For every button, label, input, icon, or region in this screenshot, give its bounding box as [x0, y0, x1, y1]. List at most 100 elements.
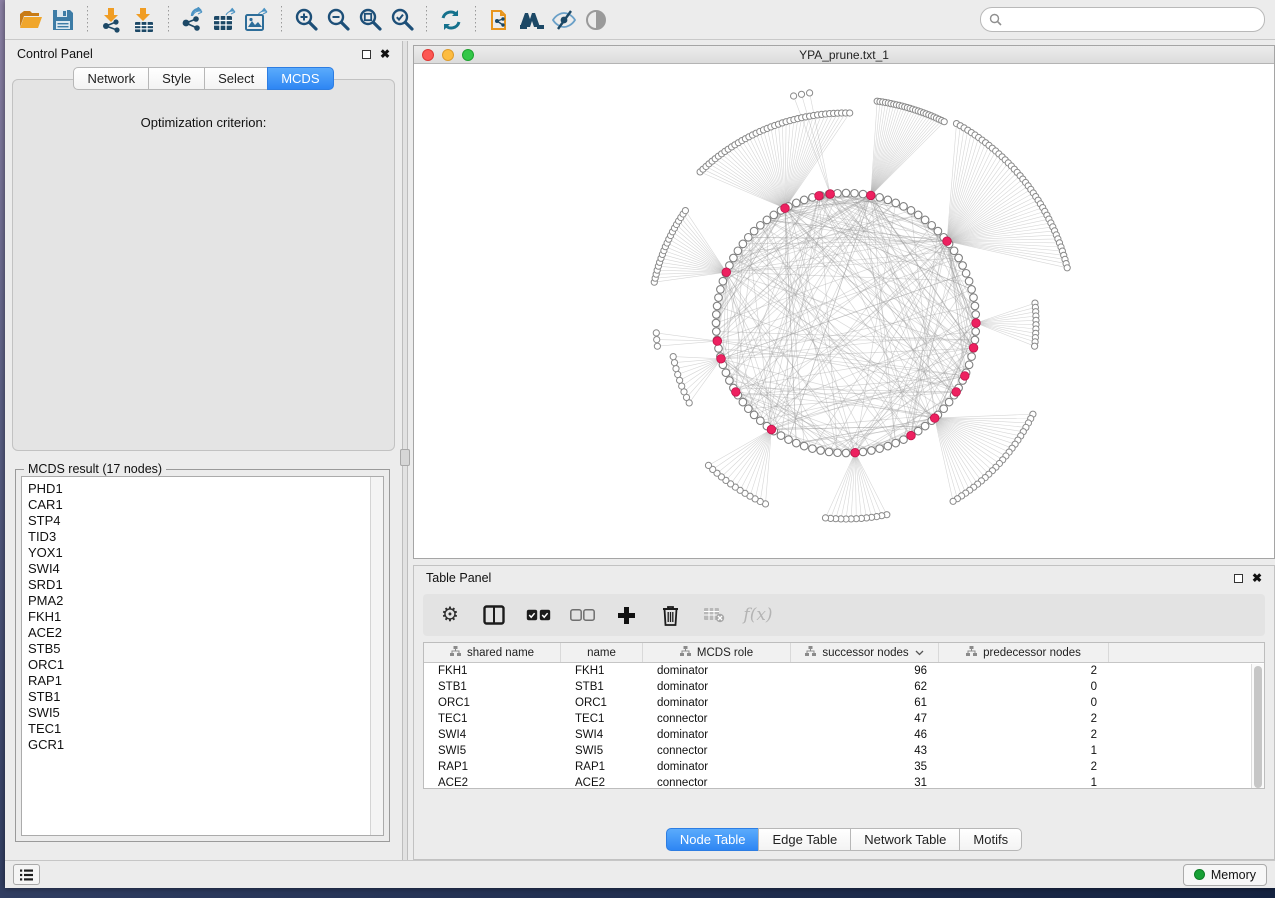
find-in-network-icon[interactable] [516, 4, 548, 36]
open-file-icon[interactable] [15, 4, 47, 36]
search-box[interactable] [980, 7, 1265, 32]
column-header-mcds-role[interactable]: MCDS role [643, 643, 791, 662]
cell-predecessor-nodes[interactable]: 2 [939, 727, 1109, 743]
import-table-icon[interactable] [128, 4, 160, 36]
close-panel-icon[interactable]: ✖ [380, 50, 390, 59]
cell-shared-name[interactable]: TEC1 [424, 711, 561, 727]
mcds-result-item[interactable]: FKH1 [22, 609, 383, 625]
cell-mcds-role[interactable]: dominator [643, 679, 791, 695]
select-all-icon[interactable] [523, 600, 553, 630]
cell-predecessor-nodes[interactable]: 2 [939, 759, 1109, 775]
cell-shared-name[interactable]: ORC1 [424, 695, 561, 711]
cell-predecessor-nodes[interactable]: 1 [939, 743, 1109, 759]
float-panel-icon[interactable] [362, 50, 371, 59]
table-tab-node-table[interactable]: Node Table [666, 828, 760, 851]
export-table-icon[interactable] [209, 4, 241, 36]
table-row-stb1[interactable]: STB1STB1dominator620 [424, 679, 1264, 695]
cell-successor-nodes[interactable]: 43 [791, 743, 939, 759]
mcds-result-item[interactable]: YOX1 [22, 545, 383, 561]
table-tab-motifs[interactable]: Motifs [959, 828, 1022, 851]
cell-name[interactable]: STB1 [561, 679, 643, 695]
cell-predecessor-nodes[interactable]: 0 [939, 679, 1109, 695]
refresh-view-icon[interactable] [435, 4, 467, 36]
search-input[interactable] [1007, 13, 1256, 27]
deselect-all-icon[interactable] [567, 600, 597, 630]
table-scrollbar-thumb[interactable] [1254, 666, 1262, 788]
cell-successor-nodes[interactable]: 31 [791, 775, 939, 789]
table-scrollbar[interactable] [1251, 664, 1264, 788]
task-history-button[interactable] [13, 864, 40, 885]
cell-name[interactable]: FKH1 [561, 663, 643, 679]
close-table-panel-icon[interactable]: ✖ [1252, 574, 1262, 583]
export-image-icon[interactable] [241, 4, 273, 36]
cell-mcds-role[interactable]: dominator [643, 727, 791, 743]
float-table-panel-icon[interactable] [1234, 574, 1243, 583]
column-header-name[interactable]: name [561, 643, 643, 662]
mcds-list-scrollbar[interactable] [370, 477, 383, 835]
cell-mcds-role[interactable]: dominator [643, 759, 791, 775]
cell-name[interactable]: SWI4 [561, 727, 643, 743]
cell-predecessor-nodes[interactable]: 1 [939, 775, 1109, 789]
network-canvas[interactable] [414, 64, 1274, 558]
table-tab-edge-table[interactable]: Edge Table [758, 828, 851, 851]
table-row-orc1[interactable]: ORC1ORC1dominator610 [424, 695, 1264, 711]
show-graphics-details-icon[interactable] [580, 4, 612, 36]
share-document-icon[interactable] [484, 4, 516, 36]
cell-shared-name[interactable]: SWI4 [424, 727, 561, 743]
cell-mcds-role[interactable]: dominator [643, 695, 791, 711]
mcds-result-item[interactable]: TID3 [22, 529, 383, 545]
save-session-icon[interactable] [47, 4, 79, 36]
cell-successor-nodes[interactable]: 47 [791, 711, 939, 727]
mcds-result-item[interactable]: PHD1 [22, 481, 383, 497]
table-row-ace2[interactable]: ACE2ACE2connector311 [424, 775, 1264, 789]
cell-name[interactable]: ORC1 [561, 695, 643, 711]
import-network-icon[interactable] [96, 4, 128, 36]
cell-name[interactable]: SWI5 [561, 743, 643, 759]
delete-table-icon[interactable] [699, 600, 729, 630]
cell-successor-nodes[interactable]: 35 [791, 759, 939, 775]
mcds-result-item[interactable]: SWI5 [22, 705, 383, 721]
mcds-result-item[interactable]: PMA2 [22, 593, 383, 609]
cell-predecessor-nodes[interactable]: 2 [939, 663, 1109, 679]
function-builder-icon[interactable]: f(x) [743, 600, 773, 630]
add-column-icon[interactable] [611, 600, 641, 630]
column-header-predecessor-nodes[interactable]: predecessor nodes [939, 643, 1109, 662]
zoom-out-icon[interactable] [322, 4, 354, 36]
cell-shared-name[interactable]: STB1 [424, 679, 561, 695]
memory-button[interactable]: Memory [1183, 864, 1267, 886]
table-options-icon[interactable]: ⚙ [435, 600, 465, 630]
cell-name[interactable]: ACE2 [561, 775, 643, 789]
mcds-result-item[interactable]: RAP1 [22, 673, 383, 689]
cell-shared-name[interactable]: FKH1 [424, 663, 561, 679]
cell-mcds-role[interactable]: connector [643, 743, 791, 759]
cell-shared-name[interactable]: ACE2 [424, 775, 561, 789]
cell-successor-nodes[interactable]: 62 [791, 679, 939, 695]
cell-shared-name[interactable]: RAP1 [424, 759, 561, 775]
mcds-result-item[interactable]: GCR1 [22, 737, 383, 753]
cell-successor-nodes[interactable]: 61 [791, 695, 939, 711]
mcds-result-item[interactable]: STB1 [22, 689, 383, 705]
mcds-result-item[interactable]: STP4 [22, 513, 383, 529]
table-tab-network-table[interactable]: Network Table [850, 828, 960, 851]
column-header-successor-nodes[interactable]: successor nodes [791, 643, 939, 662]
mcds-result-list[interactable]: PHD1CAR1STP4TID3YOX1SWI4SRD1PMA2FKH1ACE2… [21, 476, 384, 836]
zoom-in-icon[interactable] [290, 4, 322, 36]
cell-successor-nodes[interactable]: 46 [791, 727, 939, 743]
mcds-result-item[interactable]: ACE2 [22, 625, 383, 641]
mcds-result-item[interactable]: TEC1 [22, 721, 383, 737]
delete-column-icon[interactable] [655, 600, 685, 630]
tab-network[interactable]: Network [73, 67, 149, 90]
mcds-result-item[interactable]: SWI4 [22, 561, 383, 577]
cell-mcds-role[interactable]: connector [643, 711, 791, 727]
cell-mcds-role[interactable]: dominator [643, 663, 791, 679]
table-row-swi4[interactable]: SWI4SWI4dominator462 [424, 727, 1264, 743]
table-row-rap1[interactable]: RAP1RAP1dominator352 [424, 759, 1264, 775]
mcds-result-item[interactable]: ORC1 [22, 657, 383, 673]
column-layout-icon[interactable] [479, 600, 509, 630]
cell-name[interactable]: TEC1 [561, 711, 643, 727]
cell-predecessor-nodes[interactable]: 0 [939, 695, 1109, 711]
export-network-icon[interactable] [177, 4, 209, 36]
table-row-fkh1[interactable]: FKH1FKH1dominator962 [424, 663, 1264, 679]
tab-mcds[interactable]: MCDS [267, 67, 333, 90]
cell-mcds-role[interactable]: connector [643, 775, 791, 789]
